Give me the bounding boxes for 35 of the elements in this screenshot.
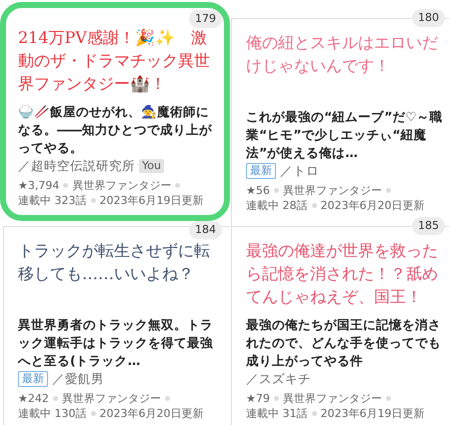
- author-name[interactable]: ／トロ: [280, 162, 319, 180]
- catchphrase: 最強の俺達が世界を救ったら記憶を消された！？舐めてんじゃねえぞ、国王！: [246, 240, 439, 308]
- episode-count: 連載中 323話: [18, 193, 86, 208]
- genre-label: 異世界ファンタジー: [72, 178, 172, 193]
- author-name[interactable]: ／スズキチ: [246, 370, 311, 388]
- genre-label: 異世界ファンタジー: [282, 183, 382, 198]
- genre-label: 異世界ファンタジー: [282, 391, 382, 406]
- star-count: ★3,794: [18, 178, 60, 193]
- episode-count: 連載中 31話: [246, 406, 308, 421]
- novel-title[interactable]: 最強の俺たちが国王に記憶を消されたので、どんな手を使ってでも成り上がってやる件: [246, 316, 443, 370]
- catchphrase: 俺の紐とスキルはエロいだけじゃないんです！: [246, 32, 439, 77]
- rank-badge: 184: [189, 221, 222, 239]
- genre-label: 異世界ファンタジー: [62, 391, 161, 406]
- rank-badge: 185: [412, 217, 445, 235]
- episode-count: 連載中 130話: [18, 406, 86, 421]
- rank-badge: 180: [412, 9, 445, 27]
- update-date: 2023年6月19日更新: [320, 406, 424, 421]
- tag-label: You: [139, 159, 164, 173]
- star-count: ★242: [18, 391, 49, 406]
- star-count: ★79: [246, 391, 270, 406]
- author-name[interactable]: ／超時空伝説研究所: [18, 157, 135, 175]
- tag-label: 最新: [18, 371, 48, 387]
- novel-title[interactable]: 異世界勇者のトラック無双。トラック運転手はトラックを得て最強へと至る(トラック…: [18, 316, 224, 370]
- novel-title[interactable]: 🍚🥢飯屋のせがれ、🧙魔術師になる。――知力ひとつで成り上がってやる。: [18, 103, 218, 157]
- episode-count: 連載中 28話: [246, 198, 308, 213]
- catchphrase: トラックが転生させずに転移しても……いいよね？: [18, 240, 211, 285]
- update-date: 2023年6月20日更新: [100, 406, 204, 421]
- author-name[interactable]: ／愛飢男: [52, 370, 104, 388]
- update-date: 2023年6月19日更新: [100, 193, 204, 208]
- update-date: 2023年6月20日更新: [320, 198, 424, 213]
- rank-badge: 179: [189, 10, 222, 28]
- novel-title[interactable]: これが最強の“紐ムーブ”だ♡～職業“ヒモ”で少しエッチぃ“紐魔法”が使える俺は…: [246, 108, 443, 162]
- catchphrase: 214万PV感謝！🎉✨ 激動のザ・ドラマチック異世界ファンタジー🏰！: [18, 27, 211, 95]
- tag-label: 最新: [246, 163, 276, 179]
- star-count: ★56: [246, 183, 270, 198]
